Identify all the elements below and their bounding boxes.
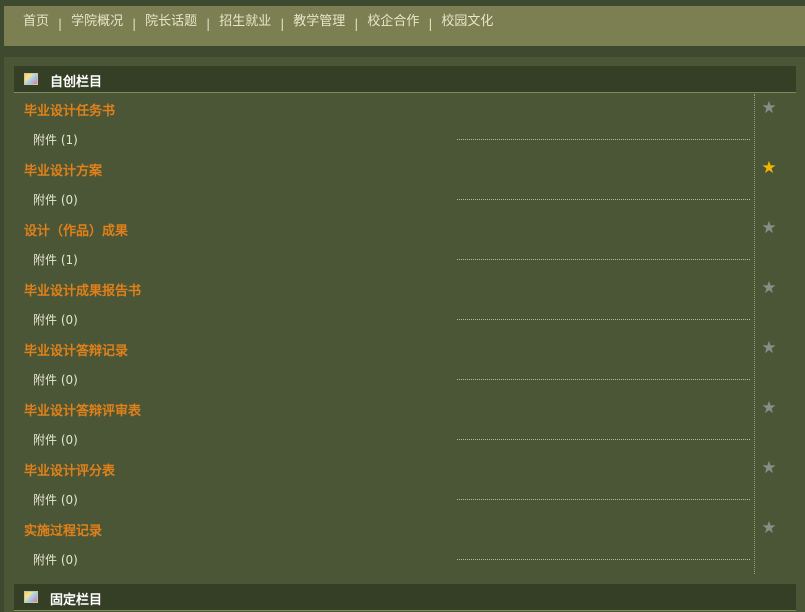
item-title-link[interactable]: 毕业设计评分表 — [24, 460, 115, 479]
list-item: 毕业设计答辩记录 ★ 附件 (0) — [14, 334, 796, 394]
item-list: 毕业设计任务书 ★ 附件 (1) 毕业设计方案 ★ 附件 (0) 设计（作品）成果 ★ 附件 (… — [14, 94, 796, 574]
section-title: 自创栏目 — [50, 75, 103, 90]
nav-link-cooperation[interactable]: 校企合作 — [367, 14, 419, 30]
item-title-link[interactable]: 设计（作品）成果 — [24, 220, 128, 239]
star-icon[interactable]: ★ — [760, 399, 778, 417]
attachment-count: 附件 (1) — [33, 253, 78, 267]
attachment-count: 附件 (0) — [33, 373, 78, 387]
nav-menu: 首页 | 学院概况 | 院长话题 | 招生就业 | 教学管理 | 校企合作 | 校园文化 — [23, 14, 493, 31]
nav-separator: | — [206, 17, 211, 31]
item-title-link[interactable]: 毕业设计答辩评审表 — [24, 400, 141, 419]
nav-item-culture: | 校园文化 — [419, 14, 493, 31]
list-item: 毕业设计方案 ★ 附件 (0) — [14, 154, 796, 214]
nav-item-about: | 学院概况 — [49, 14, 123, 31]
top-navigation: 首页 | 学院概况 | 院长话题 | 招生就业 | 教学管理 | 校企合作 | 校园文化 — [4, 6, 805, 46]
content-panel: 自创栏目 毕业设计任务书 ★ 附件 (1) 毕业设计方案 ★ 附件 (0) 设计（作品）成果… — [4, 57, 805, 612]
attachment-count: 附件 (0) — [33, 493, 78, 507]
star-icon[interactable]: ★ — [760, 159, 778, 177]
list-item: 实施过程记录 ★ 附件 (0) — [14, 514, 796, 574]
star-icon[interactable]: ★ — [760, 219, 778, 237]
nav-separator: | — [428, 17, 433, 31]
dotted-divider — [457, 499, 750, 500]
section-icon — [24, 73, 38, 85]
item-title-link[interactable]: 毕业设计成果报告书 — [24, 280, 141, 299]
star-icon[interactable]: ★ — [760, 459, 778, 477]
nav-item-dean: | 院长话题 — [123, 14, 197, 31]
dotted-divider — [457, 319, 750, 320]
nav-link-about[interactable]: 学院概况 — [71, 14, 123, 30]
nav-link-dean[interactable]: 院长话题 — [145, 14, 197, 30]
nav-separator: | — [354, 17, 359, 31]
item-title-link[interactable]: 毕业设计方案 — [24, 160, 102, 179]
nav-separator: | — [132, 17, 137, 31]
attachment-count: 附件 (0) — [33, 193, 78, 207]
list-item: 设计（作品）成果 ★ 附件 (1) — [14, 214, 796, 274]
section-title: 固定栏目 — [50, 593, 103, 608]
dotted-divider — [457, 259, 750, 260]
attachment-count: 附件 (0) — [33, 553, 78, 567]
dotted-divider — [457, 199, 750, 200]
attachment-count: 附件 (1) — [33, 133, 78, 147]
section-header-fixed: 固定栏目 — [14, 584, 796, 611]
attachment-count: 附件 (0) — [33, 313, 78, 327]
dotted-divider — [457, 439, 750, 440]
dotted-divider — [457, 139, 750, 140]
dotted-divider — [457, 379, 750, 380]
nav-link-home[interactable]: 首页 — [23, 14, 49, 30]
nav-item-cooperation: | 校企合作 — [345, 14, 419, 31]
star-icon[interactable]: ★ — [760, 519, 778, 537]
nav-link-culture[interactable]: 校园文化 — [441, 14, 493, 30]
attachment-count: 附件 (0) — [33, 433, 78, 447]
section-icon — [24, 591, 38, 603]
list-item: 毕业设计任务书 ★ 附件 (1) — [14, 94, 796, 154]
nav-item-teaching: | 教学管理 — [271, 14, 345, 31]
star-icon[interactable]: ★ — [760, 279, 778, 297]
nav-item-admission: | 招生就业 — [197, 14, 271, 31]
nav-separator: | — [280, 17, 285, 31]
nav-item-home: 首页 — [23, 14, 49, 30]
dotted-divider — [457, 559, 750, 560]
list-item: 毕业设计答辩评审表 ★ 附件 (0) — [14, 394, 796, 454]
item-title-link[interactable]: 毕业设计答辩记录 — [24, 340, 128, 359]
nav-separator: | — [58, 17, 63, 31]
item-title-link[interactable]: 毕业设计任务书 — [24, 100, 115, 119]
nav-link-admission[interactable]: 招生就业 — [219, 14, 271, 30]
list-item: 毕业设计评分表 ★ 附件 (0) — [14, 454, 796, 514]
item-title-link[interactable]: 实施过程记录 — [24, 520, 102, 539]
list-item: 毕业设计成果报告书 ★ 附件 (0) — [14, 274, 796, 334]
star-icon[interactable]: ★ — [760, 99, 778, 117]
nav-link-teaching[interactable]: 教学管理 — [293, 14, 345, 30]
star-icon[interactable]: ★ — [760, 339, 778, 357]
section-header-custom: 自创栏目 — [14, 66, 796, 93]
